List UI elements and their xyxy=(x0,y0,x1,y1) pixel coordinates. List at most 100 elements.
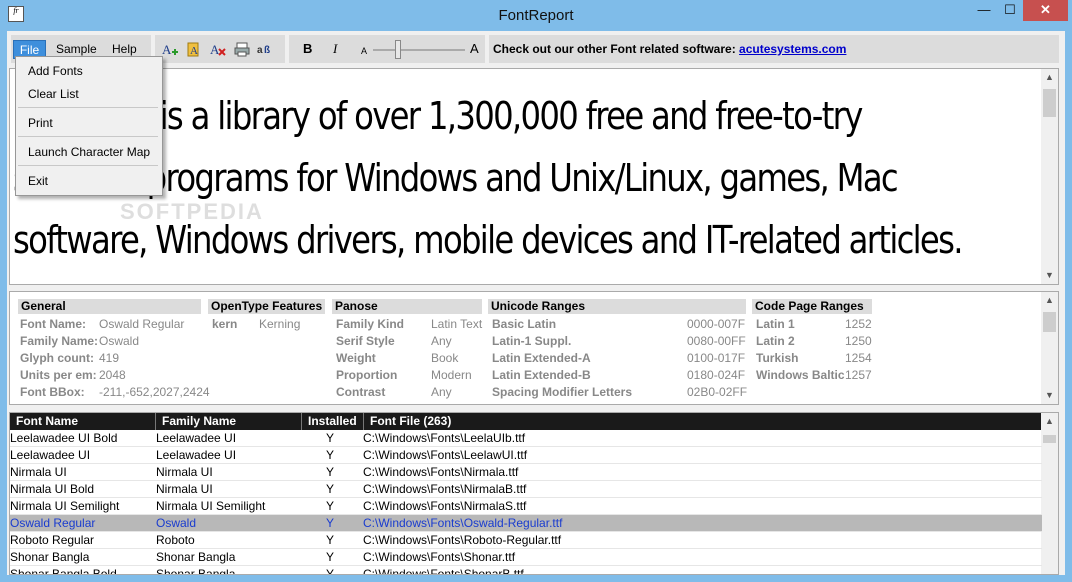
font-file-cell: C:\Windows\Fonts\LeelawUI.ttf xyxy=(363,448,528,462)
minimize-button[interactable]: — xyxy=(971,0,997,21)
general-value: Oswald xyxy=(99,334,140,348)
close-button[interactable]: ✕ xyxy=(1023,0,1068,21)
scroll-up-icon[interactable]: ▲ xyxy=(1041,69,1058,86)
menu-add-fonts[interactable]: Add Fonts xyxy=(28,64,83,78)
print-icon[interactable] xyxy=(233,41,251,58)
unicode-value: 0180-024F xyxy=(687,368,746,382)
family-name-cell: Shonar Bangla xyxy=(156,567,236,575)
sample-scrollbar[interactable]: ▲ ▼ xyxy=(1041,69,1058,284)
scroll-up-icon[interactable]: ▲ xyxy=(1041,292,1058,309)
promo-bar: Check out our other Font related softwar… xyxy=(489,35,1059,63)
menu-separator xyxy=(18,136,158,137)
menu-print[interactable]: Print xyxy=(28,116,53,130)
font-name-cell: Oswald Regular xyxy=(10,516,96,530)
codepage-label: Latin 1 xyxy=(756,317,795,331)
svg-text:A: A xyxy=(190,45,198,57)
promo-text: Check out our other Font related softwar… xyxy=(493,42,846,56)
panose-header: Panose xyxy=(332,299,482,314)
svg-text:A: A xyxy=(162,42,172,57)
table-row[interactable]: Leelawadee UI Leelawadee UI Y C:\Windows\Fo… xyxy=(10,447,1042,464)
family-name-cell: Leelawadee UI xyxy=(156,448,237,462)
panose-label: Contrast xyxy=(336,385,386,399)
scroll-down-icon[interactable]: ▼ xyxy=(1041,267,1058,284)
add-folder-icon[interactable]: A xyxy=(185,41,203,58)
font-info-pane: General OpenType Features Panose Unicode… xyxy=(9,291,1059,405)
font-name-cell: Nirmala UI Bold xyxy=(10,482,95,496)
app-window: fr FontReport — ☐ ✕ File Sample Help A A… xyxy=(0,0,1072,582)
client-area: File Sample Help A A A aß B I A A Check … xyxy=(7,31,1065,575)
font-name-cell: Shonar Bangla Bold xyxy=(10,567,117,575)
charmap-icon[interactable]: aß xyxy=(257,41,275,58)
scroll-up-icon[interactable]: ▲ xyxy=(1041,413,1058,430)
unicode-label: Basic Latin xyxy=(492,317,557,331)
unicode-value: 02B0-02FF xyxy=(687,385,748,399)
maximize-button[interactable]: ☐ xyxy=(997,0,1023,21)
menu-clear-list[interactable]: Clear List xyxy=(28,87,79,101)
opentype-header: OpenType Features xyxy=(208,299,325,314)
scroll-thumb[interactable] xyxy=(1043,435,1056,443)
font-name-cell: Nirmala UI Semilight xyxy=(10,499,120,513)
toolbar-area: File Sample Help A A A aß B I A A Check … xyxy=(7,31,1065,68)
general-label: Font BBox: xyxy=(20,385,85,399)
font-file-cell: C:\Windows\Fonts\NirmalaS.ttf xyxy=(363,499,527,513)
table-row[interactable]: Nirmala UI Nirmala UI Y C:\Windows\Fonts\Ni… xyxy=(10,464,1042,481)
sample-text-pane[interactable]: Softpedia is a library of over 1,300,000… xyxy=(9,68,1059,285)
family-name-cell: Nirmala UI Semilight xyxy=(156,499,266,513)
menu-exit[interactable]: Exit xyxy=(28,174,48,188)
table-row[interactable]: Oswald Regular Oswald Y C:\Windows\Fonts\Os… xyxy=(10,515,1042,532)
scroll-thumb[interactable] xyxy=(1043,89,1056,117)
table-row[interactable]: Leelawadee UI Bold Leelawadee UI Y C:\Windo… xyxy=(10,430,1042,447)
table-row[interactable]: Shonar Bangla Shonar Bangla Y C:\Windows\Fo… xyxy=(10,549,1042,566)
panose-label: Family Kind xyxy=(336,317,405,331)
panose-label: Proportion xyxy=(336,368,398,382)
size-slider[interactable] xyxy=(373,49,465,51)
font-file-cell: C:\Windows\Fonts\Oswald-Regular.ttf xyxy=(363,516,563,530)
family-name-cell: Roboto xyxy=(156,533,195,547)
general-label: Units per em: xyxy=(20,368,97,382)
codepage-value: 1254 xyxy=(845,351,872,365)
table-row[interactable]: Shonar Bangla Bold Shonar Bangla Y C:\Windo… xyxy=(10,566,1042,575)
installed-cell: Y xyxy=(326,499,335,513)
col-family-name[interactable]: Family Name xyxy=(156,413,302,430)
menu-separator xyxy=(18,165,158,166)
table-row[interactable]: Nirmala UI Bold Nirmala UI Y C:\Windows\Fon… xyxy=(10,481,1042,498)
col-font-file[interactable]: Font File (263) xyxy=(364,413,1042,430)
panose-value: Book xyxy=(431,351,459,365)
installed-cell: Y xyxy=(326,448,335,462)
installed-cell: Y xyxy=(326,431,335,445)
font-file-cell: C:\Windows\Fonts\Roboto-Regular.ttf xyxy=(363,533,562,547)
menu-launch-charmap[interactable]: Launch Character Map xyxy=(28,145,150,159)
panose-label: Weight xyxy=(336,351,376,365)
bold-button[interactable]: B xyxy=(303,41,312,56)
font-list[interactable]: Font Name Family Name Installed Font Fil… xyxy=(9,412,1059,575)
opentype-label: kern xyxy=(212,317,238,331)
table-row[interactable]: Roboto Regular Roboto Y C:\Windows\Fonts\Ro… xyxy=(10,532,1042,549)
scroll-down-icon[interactable]: ▼ xyxy=(1041,387,1058,404)
title-bar[interactable]: fr FontReport — ☐ ✕ xyxy=(0,0,1072,31)
table-row[interactable]: Nirmala UI Semilight Nirmala UI Semilight… xyxy=(10,498,1042,515)
scroll-thumb[interactable] xyxy=(1043,312,1056,332)
family-name-cell: Shonar Bangla xyxy=(156,550,236,564)
installed-cell: Y xyxy=(326,533,335,547)
font-name-cell: Shonar Bangla xyxy=(10,550,90,564)
info-scrollbar[interactable]: ▲ ▼ xyxy=(1041,292,1058,404)
col-font-name[interactable]: Font Name xyxy=(10,413,156,430)
unicode-value: 0100-017F xyxy=(687,351,746,365)
size-small-label: A xyxy=(361,46,368,56)
file-menu-dropdown: Add Fonts Clear List Print Launch Charac… xyxy=(15,56,163,196)
add-font-icon[interactable]: A xyxy=(161,41,179,58)
delete-icon[interactable]: A xyxy=(209,41,227,58)
italic-button[interactable]: I xyxy=(333,41,337,57)
size-slider-thumb[interactable] xyxy=(394,40,401,59)
codepage-value: 1257 xyxy=(845,368,872,382)
promo-link[interactable]: acutesystems.com xyxy=(739,42,846,56)
codepage-label: Windows Baltic xyxy=(756,368,845,382)
col-installed[interactable]: Installed xyxy=(302,413,364,430)
font-file-cell: C:\Windows\Fonts\ShonarB.ttf xyxy=(363,567,524,575)
general-value: 419 xyxy=(99,351,120,365)
installed-cell: Y xyxy=(326,465,335,479)
font-file-cell: C:\Windows\Fonts\NirmalaB.ttf xyxy=(363,482,527,496)
unicode-label: Latin Extended-A xyxy=(492,351,591,365)
general-value: 2048 xyxy=(99,368,126,382)
list-scrollbar[interactable]: ▲ xyxy=(1041,413,1058,574)
